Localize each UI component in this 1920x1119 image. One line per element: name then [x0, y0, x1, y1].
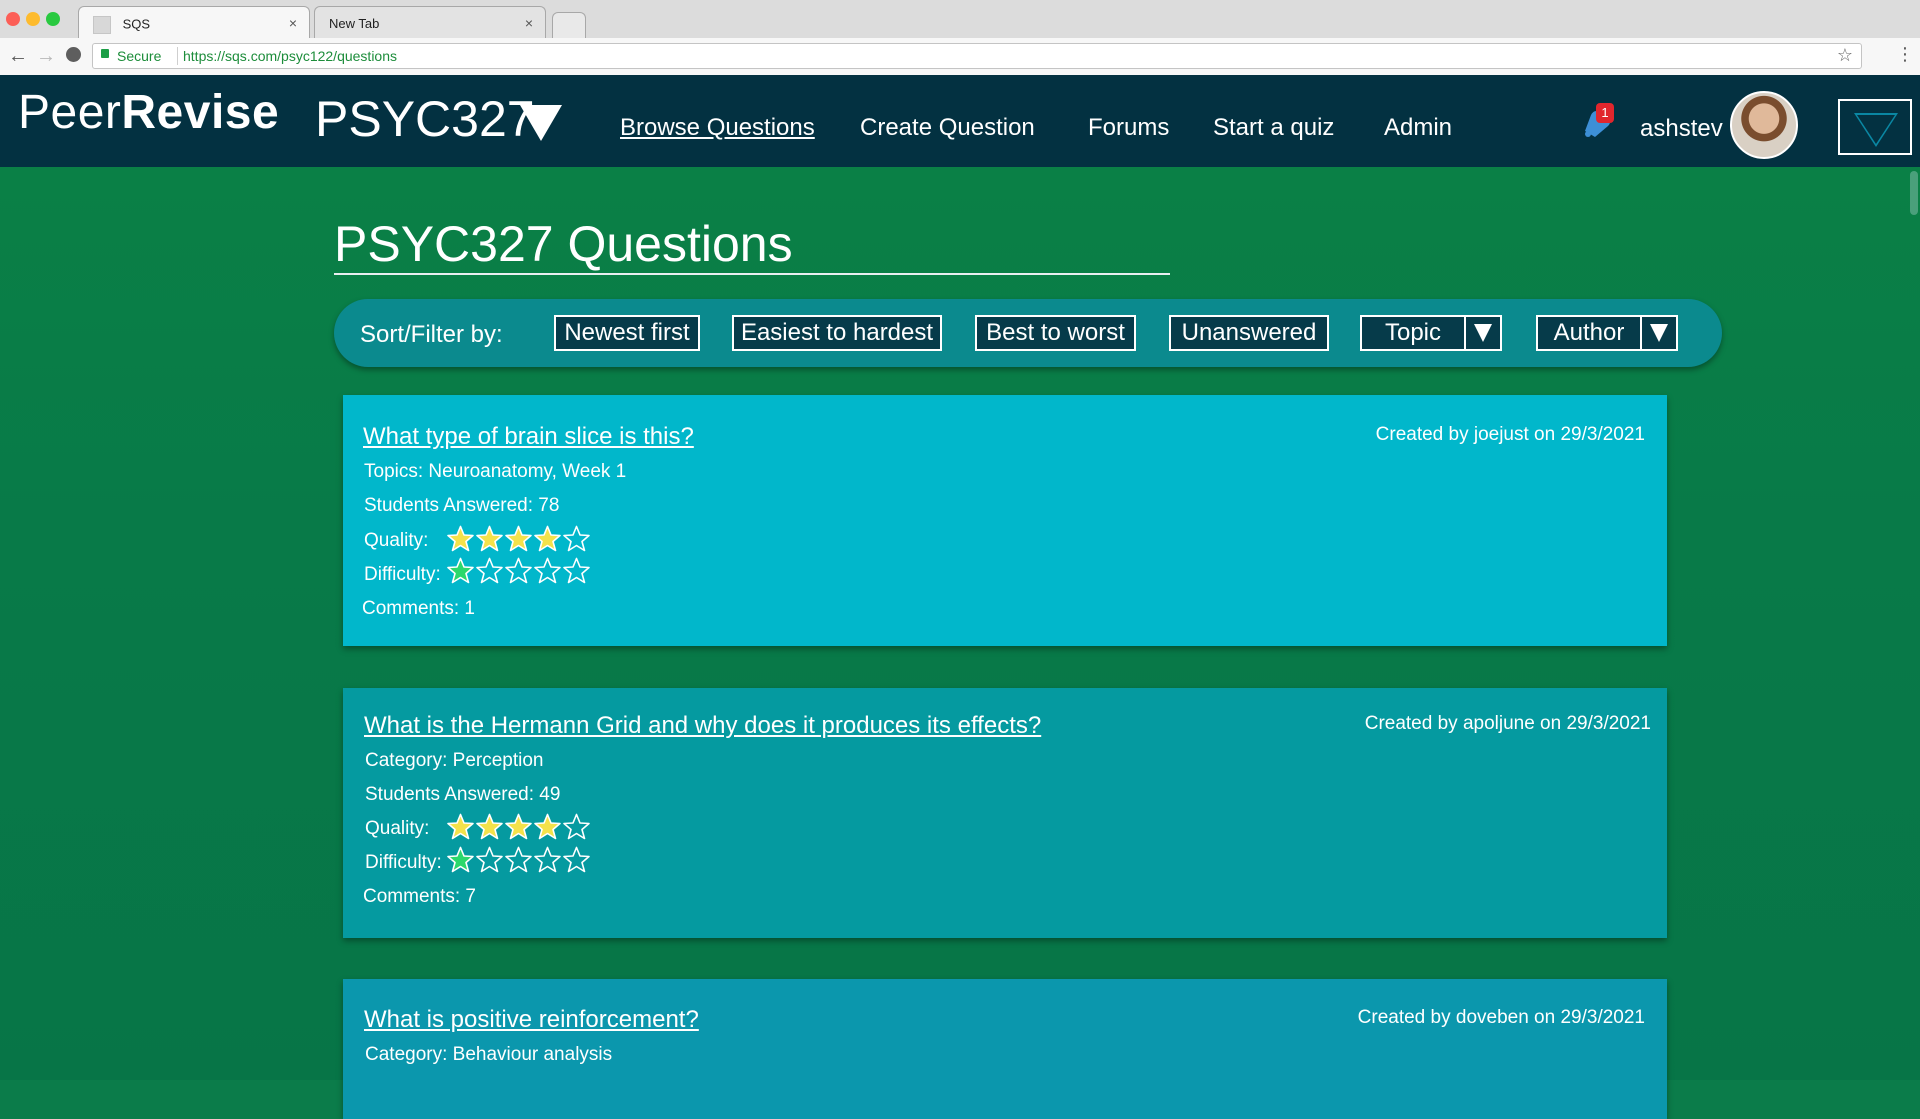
minimize-window-button[interactable] — [26, 12, 40, 26]
question-card[interactable]: What is positive reinforcement? Created … — [343, 979, 1667, 1119]
secure-label: Secure — [117, 48, 162, 64]
filter-unanswered-button[interactable]: Unanswered — [1169, 315, 1329, 351]
page-title: PSYC327 Questions — [334, 216, 793, 272]
chevron-down-icon — [1650, 324, 1668, 342]
quality-rating — [447, 813, 592, 845]
filter-label: Sort/Filter by: — [360, 321, 503, 348]
bookmark-star-icon[interactable]: ☆ — [1837, 45, 1853, 66]
close-tab-icon[interactable]: × — [289, 15, 297, 31]
url-text[interactable]: https://sqs.com/psyc122/questions — [183, 48, 397, 64]
question-title-link[interactable]: What is the Hermann Grid and why does it… — [364, 714, 1041, 738]
reload-icon[interactable] — [66, 47, 81, 62]
star-filled-icon — [534, 813, 561, 840]
created-by-text: Created by apoljune on 29/3/2021 — [1364, 713, 1651, 734]
students-answered: Students Answered: 49 — [365, 784, 561, 805]
browser-tab-sqs[interactable]: SQS × — [78, 6, 310, 38]
students-answered: Students Answered: 78 — [364, 495, 560, 516]
new-tab-button[interactable] — [552, 12, 586, 38]
address-bar[interactable]: Secure https://sqs.com/psyc122/questions… — [92, 43, 1862, 69]
close-window-button[interactable] — [6, 12, 20, 26]
difficulty-rating — [447, 557, 592, 589]
site-header: PeerRevise PSYC327 Browse Questions Crea… — [0, 75, 1920, 167]
browser-tab-strip: SQS × New Tab × — [0, 0, 1920, 39]
question-title-link[interactable]: What type of brain slice is this? — [363, 425, 694, 449]
logo[interactable]: PeerRevise — [18, 89, 279, 137]
main-content: PSYC327 Questions Sort/Filter by: Newest… — [0, 167, 1920, 1119]
difficulty-label: Difficulty: — [365, 852, 442, 873]
difficulty-rating — [447, 846, 592, 878]
star-filled-icon — [447, 557, 474, 584]
star-empty-icon — [476, 846, 503, 873]
menu-toggle-button[interactable] — [1838, 99, 1912, 155]
question-category: Category: Perception — [365, 750, 544, 771]
difficulty-label: Difficulty: — [364, 564, 441, 585]
page-icon — [93, 16, 111, 34]
star-empty-icon — [534, 557, 561, 584]
star-filled-icon — [476, 525, 503, 552]
quality-label: Quality: — [365, 818, 430, 839]
notification-badge: 1 — [1596, 103, 1614, 123]
star-empty-icon — [476, 557, 503, 584]
question-card[interactable]: What is the Hermann Grid and why does it… — [343, 688, 1667, 938]
logo-text-peer: Peer — [18, 86, 122, 139]
back-arrow-icon[interactable]: ← — [8, 45, 28, 68]
star-filled-icon — [447, 846, 474, 873]
star-filled-icon — [505, 813, 532, 840]
star-empty-icon — [563, 813, 590, 840]
logo-text-revise: Revise — [121, 86, 280, 139]
filter-newest-first-button[interactable]: Newest first — [554, 315, 700, 351]
filter-easiest-button[interactable]: Easiest to hardest — [732, 315, 942, 351]
browser-toolbar: ← → Secure https://sqs.com/psyc122/quest… — [0, 38, 1920, 76]
username[interactable]: ashstev — [1640, 117, 1723, 141]
star-empty-icon — [563, 846, 590, 873]
dropdown-label: Author — [1553, 319, 1625, 346]
created-by-text: Created by doveben on 29/3/2021 — [1357, 1007, 1645, 1028]
comments-count[interactable]: Comments: 7 — [363, 887, 476, 906]
nav-start-quiz[interactable]: Start a quiz — [1213, 116, 1334, 140]
nav-create-question[interactable]: Create Question — [860, 116, 1035, 140]
comments-count[interactable]: Comments: 1 — [362, 599, 475, 618]
scrollbar-thumb[interactable] — [1910, 171, 1918, 215]
quality-label: Quality: — [364, 530, 429, 551]
lock-icon — [101, 49, 109, 58]
chevron-down-icon — [1474, 324, 1492, 342]
star-filled-icon — [534, 525, 561, 552]
dropdown-label: Topic — [1384, 319, 1442, 346]
maximize-window-button[interactable] — [46, 12, 60, 26]
created-by-text: Created by joejust on 29/3/2021 — [1375, 424, 1645, 445]
question-card[interactable]: What type of brain slice is this? Create… — [343, 395, 1667, 646]
chevron-down-icon[interactable] — [520, 105, 562, 141]
nav-browse-questions[interactable]: Browse Questions — [620, 116, 815, 140]
divider — [177, 47, 178, 65]
author-dropdown[interactable]: Author — [1536, 315, 1678, 351]
star-empty-icon — [505, 557, 532, 584]
browser-tab-new[interactable]: New Tab × — [314, 6, 546, 38]
nav-admin[interactable]: Admin — [1384, 116, 1452, 140]
star-empty-icon — [563, 557, 590, 584]
avatar[interactable] — [1730, 91, 1798, 159]
star-filled-icon — [505, 525, 532, 552]
tab-label: SQS — [122, 16, 151, 32]
star-filled-icon — [476, 813, 503, 840]
divider — [334, 273, 1170, 275]
close-tab-icon[interactable]: × — [525, 15, 533, 31]
question-category: Category: Behaviour analysis — [365, 1044, 613, 1065]
star-empty-icon — [534, 846, 561, 873]
star-empty-icon — [505, 846, 532, 873]
topic-dropdown[interactable]: Topic — [1360, 315, 1502, 351]
menu-dots-icon[interactable]: ⋮ — [1896, 44, 1914, 65]
star-filled-icon — [447, 525, 474, 552]
sort-filter-bar: Sort/Filter by: Newest first Easiest to … — [334, 299, 1722, 367]
star-empty-icon — [563, 525, 590, 552]
forward-arrow-icon[interactable]: → — [36, 45, 56, 68]
quality-rating — [447, 525, 592, 557]
star-filled-icon — [447, 813, 474, 840]
nav-forums[interactable]: Forums — [1088, 116, 1169, 140]
filter-best-button[interactable]: Best to worst — [975, 315, 1136, 351]
question-title-link[interactable]: What is positive reinforcement? — [364, 1008, 699, 1032]
course-selector-label[interactable]: PSYC327 — [315, 94, 535, 144]
question-topics: Topics: Neuroanatomy, Week 1 — [364, 461, 627, 482]
tab-label: New Tab — [329, 16, 380, 31]
